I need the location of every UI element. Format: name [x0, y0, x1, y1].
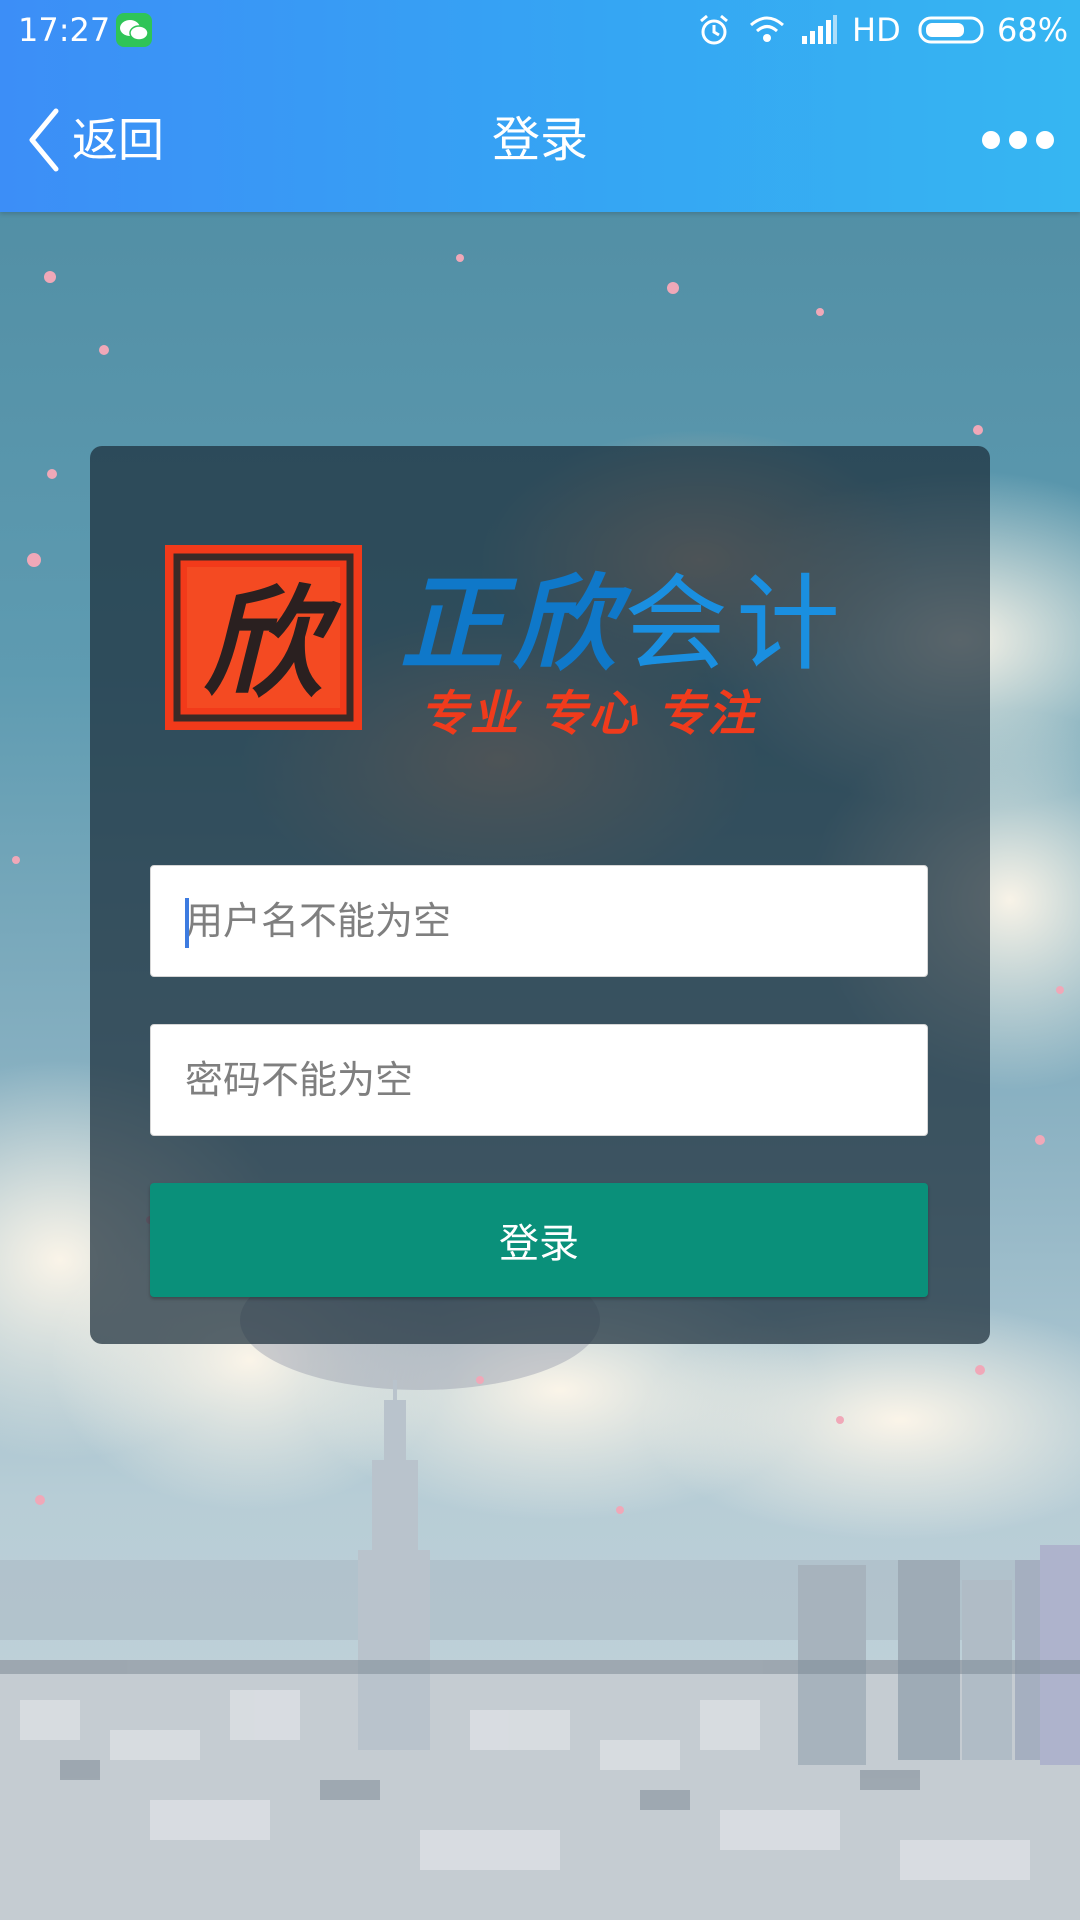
battery-percent: 68% — [997, 11, 1069, 49]
logo-seal-char: 欣 — [203, 573, 342, 714]
more-dot-icon — [1036, 131, 1054, 149]
alarm-icon — [700, 14, 728, 45]
password-field[interactable] — [150, 1024, 928, 1136]
brand-slogan: 专业 专心 专注 — [420, 686, 758, 742]
nav-bar: 返回 登录 — [0, 72, 1080, 202]
status-bar: 17:27 HD 68% — [0, 0, 1080, 60]
login-screen: 17:27 HD 68% 返回 登录 欣 正欣会计 专业 专心 专注 用户名不能… — [0, 0, 1080, 1920]
back-label: 返回 — [72, 113, 164, 167]
username-input[interactable] — [151, 866, 927, 976]
brand-name-part1: 正欣 — [400, 562, 625, 685]
top-bar: 17:27 HD 68% 返回 登录 — [0, 0, 1080, 212]
more-dot-icon — [982, 131, 1000, 149]
chevron-left-icon — [29, 108, 59, 172]
text-cursor — [185, 898, 189, 948]
page-title: 登录 — [491, 112, 588, 168]
status-time: 17:27 — [18, 11, 111, 49]
login-button[interactable]: 登录 — [150, 1183, 928, 1297]
logo-seal: 欣 — [165, 545, 362, 730]
network-type: HD — [852, 11, 901, 49]
brand-name: 正欣会计 — [400, 562, 849, 685]
more-options-button[interactable] — [982, 124, 1054, 156]
back-button[interactable]: 返回 — [24, 102, 164, 178]
more-dot-icon — [1009, 131, 1027, 149]
password-input[interactable] — [151, 1025, 927, 1135]
login-card: 欣 正欣会计 专业 专心 专注 登录 — [90, 446, 990, 1344]
battery-icon — [918, 16, 984, 44]
wifi-icon — [750, 16, 784, 42]
signal-icon — [802, 15, 837, 44]
wechat-icon — [116, 13, 152, 47]
username-field[interactable] — [150, 865, 928, 977]
brand-name-part2: 会计 — [624, 563, 849, 685]
